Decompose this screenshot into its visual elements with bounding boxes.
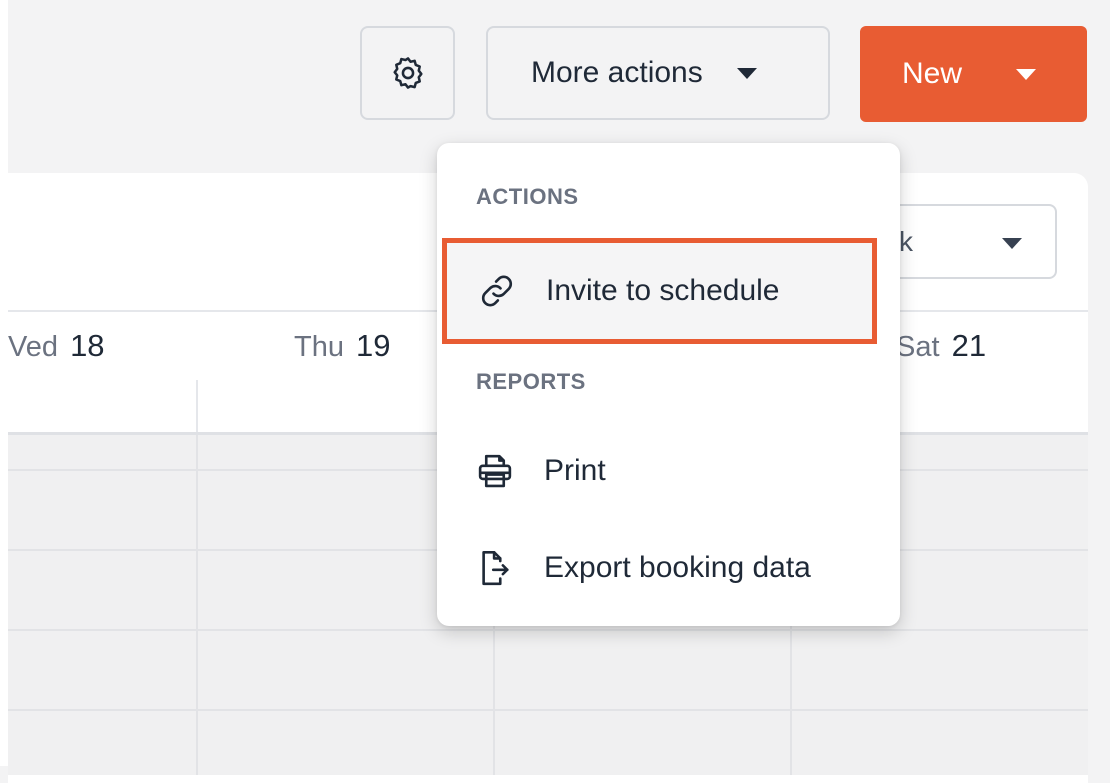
menu-section-reports: REPORTS (476, 369, 586, 394)
menu-item-invite-to-schedule[interactable]: Invite to schedule (442, 238, 877, 344)
gear-icon (392, 57, 423, 89)
day-number: 19 (356, 328, 391, 363)
grid-row-line (8, 629, 1088, 631)
day-name: Thu (294, 331, 344, 363)
menu-item-label: Export booking data (544, 551, 811, 584)
day-header-wed: Ved 18 (8, 328, 105, 364)
column-divider (196, 380, 198, 435)
day-number: 18 (70, 328, 105, 363)
more-actions-button[interactable]: More actions (486, 26, 830, 120)
menu-item-label: Print (544, 454, 606, 487)
printer-icon (478, 454, 512, 488)
grid-column-line (196, 435, 198, 775)
day-name: Ved (8, 331, 58, 363)
day-number: 21 (951, 328, 987, 363)
link-icon (481, 275, 513, 307)
left-edge (0, 0, 8, 766)
grid-row-line (8, 709, 1088, 711)
menu-item-print[interactable]: Print (437, 423, 900, 519)
day-name: Sat (896, 331, 940, 363)
new-button-label: New (902, 57, 963, 90)
menu-item-export-booking-data[interactable]: Export booking data (437, 520, 900, 616)
caret-down-icon (736, 67, 757, 79)
more-actions-menu: ACTIONS Invite to schedule REPORTS Print… (437, 143, 900, 626)
day-header-thu: Thu 19 (294, 328, 391, 364)
day-header-sat: Sat 21 (896, 328, 986, 364)
more-actions-label: More actions (531, 56, 703, 89)
caret-down-icon[interactable] (1016, 68, 1037, 80)
new-button[interactable]: New (860, 26, 1087, 122)
menu-item-label: Invite to schedule (546, 274, 780, 307)
caret-down-icon (1002, 238, 1022, 249)
menu-section-actions: ACTIONS (476, 184, 579, 209)
view-select-value: k (899, 226, 913, 257)
settings-button[interactable] (360, 26, 455, 120)
export-file-icon (482, 550, 509, 586)
